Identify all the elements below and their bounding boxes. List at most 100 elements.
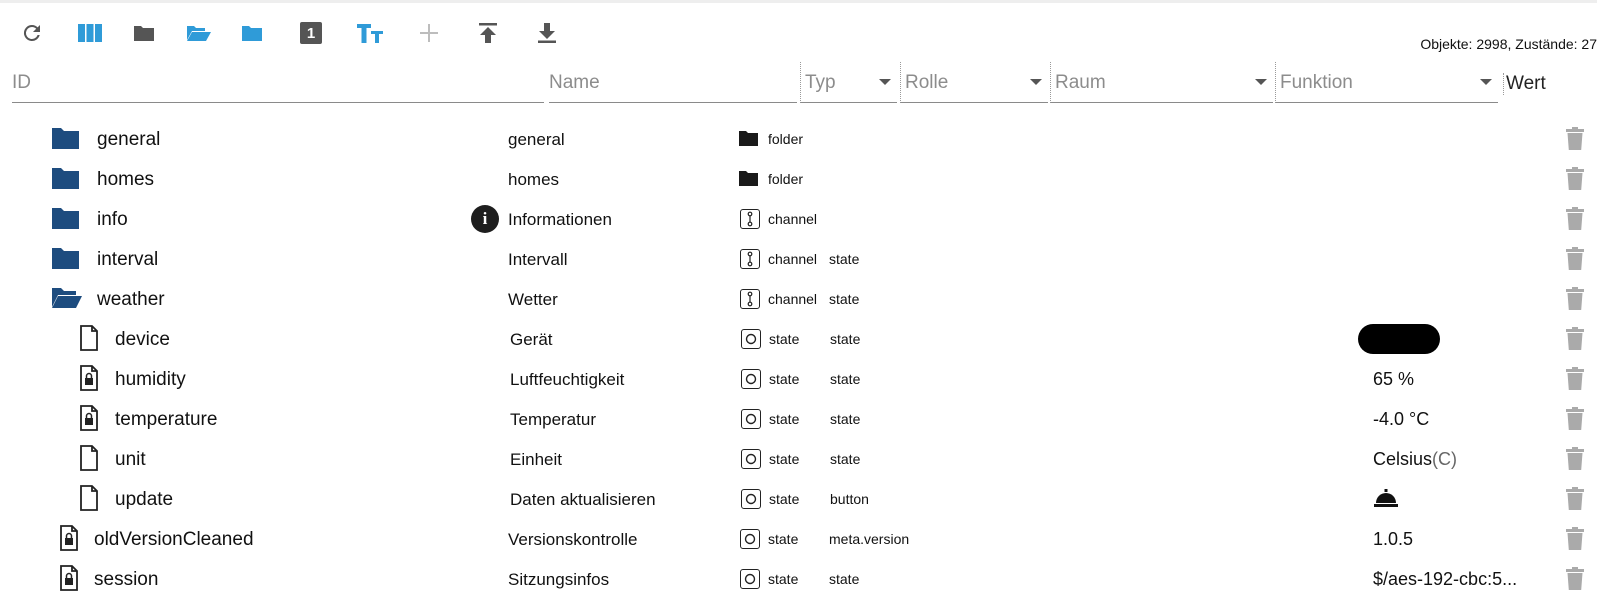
refresh-button[interactable] xyxy=(12,12,52,54)
row-name[interactable]: Sitzungsinfos xyxy=(508,570,609,590)
delete-button[interactable] xyxy=(1565,367,1585,396)
row-name[interactable]: Versionskontrolle xyxy=(508,530,637,550)
delete-button[interactable] xyxy=(1565,567,1585,596)
text-size-button[interactable] xyxy=(350,12,390,54)
name-filter xyxy=(549,62,797,103)
folder-icon[interactable] xyxy=(51,206,80,230)
download-icon xyxy=(538,23,556,43)
table-row[interactable]: update Daten aktualisieren state button xyxy=(0,479,1597,519)
state-icon xyxy=(741,369,761,389)
row-name[interactable]: homes xyxy=(508,170,559,190)
delete-button[interactable] xyxy=(1565,527,1585,556)
delete-button[interactable] xyxy=(1565,167,1585,196)
row-type: channel xyxy=(768,251,818,267)
bell-button-icon[interactable] xyxy=(1373,488,1399,508)
expert-mode-badge: 1 xyxy=(300,22,322,44)
table-row[interactable]: device Gerät state state xyxy=(0,319,1597,359)
trash-icon xyxy=(1566,127,1584,150)
funktion-filter-label: Funktion xyxy=(1280,72,1353,93)
add-button[interactable] xyxy=(409,12,449,54)
chevron-down-icon xyxy=(1255,79,1267,85)
folder-open-icon xyxy=(187,26,211,41)
table-row[interactable]: interval Intervall channel state xyxy=(0,239,1597,279)
close-folder-button[interactable] xyxy=(232,12,272,54)
folder-icon[interactable] xyxy=(51,246,80,270)
folder-button[interactable] xyxy=(124,12,164,54)
row-value[interactable]: $/aes-192-cbc:5... xyxy=(1373,569,1517,590)
funktion-filter-select[interactable]: Funktion xyxy=(1275,62,1498,103)
row-type: state xyxy=(769,411,800,427)
row-name[interactable]: Daten aktualisieren xyxy=(510,490,656,510)
row-value[interactable]: 65 % xyxy=(1373,369,1414,390)
refresh-icon xyxy=(23,24,40,41)
row-name[interactable]: Intervall xyxy=(508,250,568,270)
row-name[interactable]: Gerät xyxy=(510,330,553,350)
folder-icon[interactable] xyxy=(51,166,80,190)
raum-filter-select[interactable]: Raum xyxy=(1050,62,1273,103)
trash-icon xyxy=(1566,287,1584,310)
folder-icon[interactable] xyxy=(51,126,80,150)
delete-button[interactable] xyxy=(1565,447,1585,476)
columns-button[interactable] xyxy=(70,12,110,54)
chevron-down-icon xyxy=(879,79,891,85)
row-name[interactable]: Temperatur xyxy=(510,410,596,430)
row-role: state xyxy=(830,451,861,467)
row-type: state xyxy=(769,331,800,347)
file-icon xyxy=(79,325,99,351)
row-value[interactable]: Celsius(C) xyxy=(1373,449,1457,470)
row-name[interactable]: Informationen xyxy=(508,210,612,230)
table-row[interactable]: unit Einheit state state Celsius(C) xyxy=(0,439,1597,479)
id-filter-input[interactable] xyxy=(12,64,544,102)
row-name[interactable]: Wetter xyxy=(508,290,558,310)
row-value[interactable]: -4.0 °C xyxy=(1373,409,1429,430)
row-id: temperature xyxy=(115,409,218,430)
delete-button[interactable] xyxy=(1565,127,1585,156)
delete-button[interactable] xyxy=(1565,247,1585,276)
download-button[interactable] xyxy=(527,12,567,54)
redacted-value xyxy=(1358,324,1440,354)
delete-button[interactable] xyxy=(1565,327,1585,356)
table-row[interactable]: general general folder xyxy=(0,119,1597,159)
delete-button[interactable] xyxy=(1565,207,1585,236)
name-filter-input[interactable] xyxy=(549,64,797,102)
value-text: Celsius xyxy=(1373,449,1433,469)
upload-button[interactable] xyxy=(468,12,508,54)
table-row[interactable]: homes homes folder xyxy=(0,159,1597,199)
file-icon xyxy=(79,445,99,471)
upload-icon xyxy=(479,23,497,43)
row-id: oldVersionCleaned xyxy=(94,529,254,550)
text-size-icon xyxy=(357,24,383,43)
row-type: folder xyxy=(768,131,804,147)
row-id: weather xyxy=(97,289,165,310)
table-row[interactable]: humidity Luftfeuchtigkeit state state 65… xyxy=(0,359,1597,399)
delete-button[interactable] xyxy=(1565,487,1585,516)
row-role: state xyxy=(830,371,861,387)
id-filter xyxy=(12,62,544,103)
rolle-filter-select[interactable]: Rolle xyxy=(900,62,1048,103)
table-row[interactable]: oldVersionCleaned Versionskontrolle stat… xyxy=(0,519,1597,559)
value-number: 65 xyxy=(1373,369,1394,389)
typ-filter-select[interactable]: Typ xyxy=(800,62,897,103)
row-id: homes xyxy=(97,169,155,190)
row-name[interactable]: general xyxy=(508,130,565,150)
state-icon xyxy=(741,409,761,429)
expert-mode-button[interactable]: 1 xyxy=(291,12,331,54)
raum-filter-label: Raum xyxy=(1055,72,1106,93)
delete-button[interactable] xyxy=(1565,287,1585,316)
row-type: channel xyxy=(768,211,818,227)
folder-open-icon[interactable] xyxy=(51,286,83,310)
row-name[interactable]: Einheit xyxy=(510,450,562,470)
table-row[interactable]: weather Wetter channel state xyxy=(0,279,1597,319)
state-icon xyxy=(741,449,761,469)
row-name[interactable]: Luftfeuchtigkeit xyxy=(510,370,624,390)
delete-button[interactable] xyxy=(1565,407,1585,436)
table-row[interactable]: session Sitzungsinfos state state $/aes-… xyxy=(0,559,1597,599)
open-folder-button[interactable] xyxy=(179,12,219,54)
row-type: state xyxy=(768,571,799,587)
toolbar: 1 Objekte: 2998, Zustände: 27 xyxy=(0,12,1597,54)
table-row[interactable]: info i Informationen channel xyxy=(0,199,1597,239)
trash-icon xyxy=(1566,167,1584,190)
table-row[interactable]: temperature Temperatur state state -4.0 … xyxy=(0,399,1597,439)
row-role: state xyxy=(829,291,860,307)
row-value[interactable]: 1.0.5 xyxy=(1373,529,1413,550)
